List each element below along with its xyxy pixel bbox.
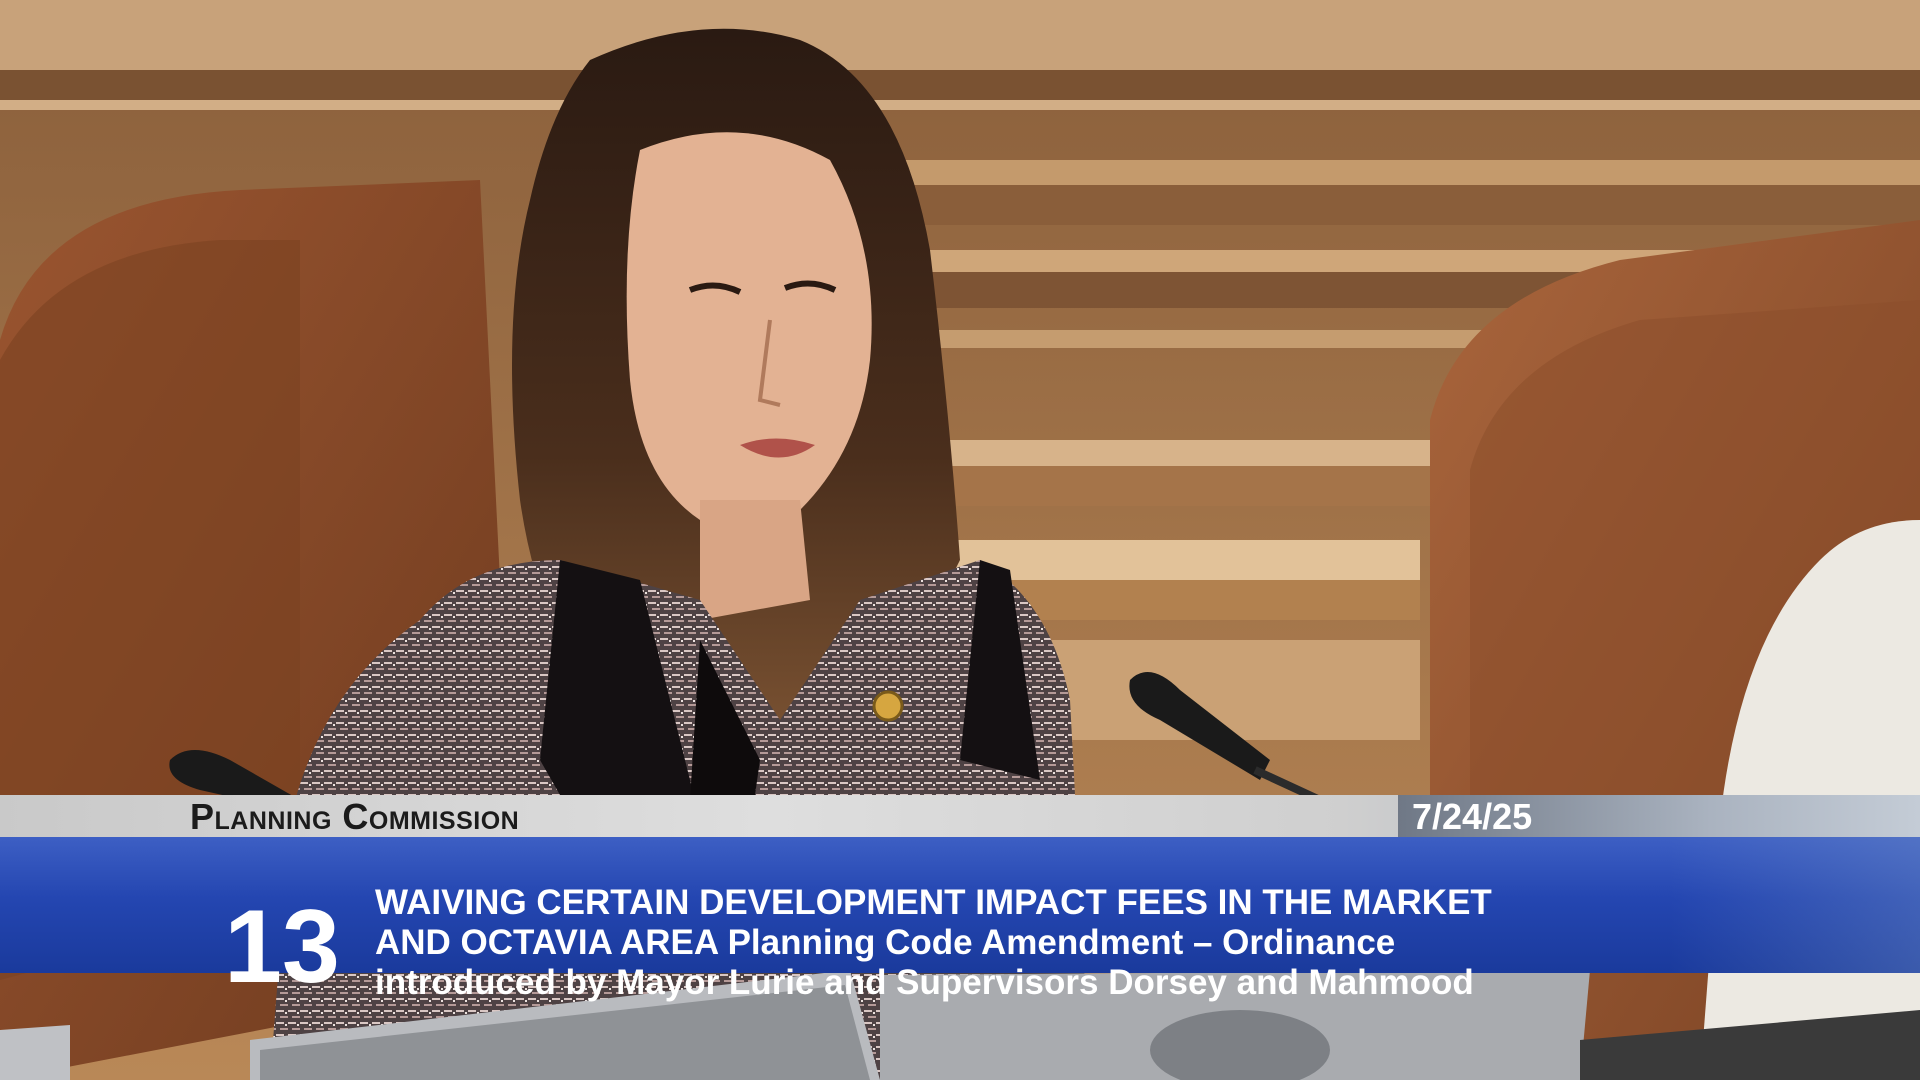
- agenda-bar: 13 WAIVING CERTAIN DEVELOPMENT IMPACT FE…: [0, 837, 1920, 1005]
- agenda-line-2: AND OCTAVIA AREA Planning Code Amendment…: [375, 923, 1396, 962]
- agenda-line-1: WAIVING CERTAIN DEVELOPMENT IMPACT FEES …: [375, 883, 1492, 922]
- agenda-item-number: 13: [224, 889, 340, 1005]
- commission-name: Planning Commission: [190, 796, 520, 837]
- agenda-line-3: introduced by Mayor Lurie and Supervisor…: [375, 963, 1474, 1002]
- lower-third-caption: Planning Commission 7/24/25 13 WAIVING C…: [0, 795, 1920, 1005]
- title-bar: Planning Commission 7/24/25: [0, 795, 1920, 837]
- agenda-item-title: WAIVING CERTAIN DEVELOPMENT IMPACT FEES …: [375, 883, 1492, 1003]
- meeting-date: 7/24/25: [1412, 796, 1533, 837]
- lapel-pin: [872, 690, 904, 722]
